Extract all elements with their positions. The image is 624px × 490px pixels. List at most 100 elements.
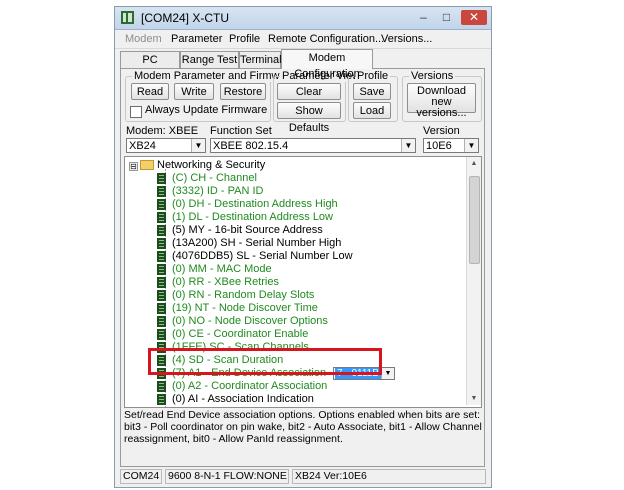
parameter-icon xyxy=(157,199,166,210)
tree-param-label: (1) DL - Destination Address Low xyxy=(172,211,333,223)
restore-button[interactable]: Restore xyxy=(220,83,266,100)
parameter-icon xyxy=(157,394,166,405)
tree-param-label: (0) DH - Destination Address High xyxy=(172,198,338,210)
tree-param-item[interactable]: (3332) ID - PAN ID xyxy=(157,185,457,198)
version-select[interactable]: 10E6 ▼ xyxy=(423,138,479,153)
tree-param-label: (C) CH - Channel xyxy=(172,172,257,184)
tree-param-label: (0) A2 - Coordinator Association xyxy=(172,380,328,392)
title-bar: [COM24] X-CTU – □ ✕ xyxy=(115,7,491,30)
xctu-app-icon xyxy=(121,11,134,24)
function-set-label: Function Set xyxy=(210,125,272,137)
maximize-button[interactable]: □ xyxy=(438,10,455,25)
tree-param-label: (3332) ID - PAN ID xyxy=(172,185,264,197)
tree-param-label: (13A200) SH - Serial Number High xyxy=(172,237,342,249)
tree-param-item[interactable]: (0) DH - Destination Address High xyxy=(157,198,457,211)
function-set-select[interactable]: XBEE 802.15.4 ▼ xyxy=(210,138,416,153)
tree-root-networking-security[interactable]: ⊟ Networking & Security xyxy=(125,159,465,172)
version-label: Version xyxy=(423,125,460,137)
scroll-down-icon[interactable]: ▼ xyxy=(467,392,481,405)
tree-param-item[interactable]: (0) CE - Coordinator Enable xyxy=(157,328,457,341)
tree-param-item[interactable]: (0) AI - Association Indication xyxy=(157,393,457,406)
tree-param-label: (19) NT - Node Discover Time xyxy=(172,302,318,314)
close-button[interactable]: ✕ xyxy=(461,10,487,25)
write-button[interactable]: Write xyxy=(174,83,214,100)
scrollbar-thumb[interactable] xyxy=(469,176,480,264)
tree-param-item[interactable]: (0) EE - AES Encryption Enable xyxy=(157,406,457,408)
tab-terminal[interactable]: Terminal xyxy=(239,51,282,68)
tree-param-item[interactable]: (0) RN - Random Delay Slots xyxy=(157,289,457,302)
menu-modem[interactable]: Modem xyxy=(125,33,162,45)
status-port: COM24 xyxy=(120,469,162,484)
chevron-down-icon: ▼ xyxy=(191,139,205,152)
parameter-icon xyxy=(157,238,166,249)
menu-remote-configuration[interactable]: Remote Configuration... xyxy=(268,33,384,45)
tree-param-item[interactable]: (0) RR - XBee Retries xyxy=(157,276,457,289)
folder-icon xyxy=(140,160,154,170)
scroll-up-icon[interactable]: ▲ xyxy=(467,157,481,170)
tab-modem-configuration[interactable]: Modem Configuration xyxy=(281,49,373,80)
parameter-icon xyxy=(157,277,166,288)
tree-param-label: (0) RR - XBee Retries xyxy=(172,276,279,288)
profile-label: Profile xyxy=(355,70,391,82)
collapse-icon[interactable]: ⊟ xyxy=(129,162,138,171)
always-update-firmware-checkbox[interactable] xyxy=(130,106,142,118)
tree-param-label: (0) MM - MAC Mode xyxy=(172,263,272,275)
clear-screen-button[interactable]: Clear Screen xyxy=(277,83,341,115)
parameter-icon xyxy=(157,290,166,301)
tab-pc-settings[interactable]: PC Settings xyxy=(120,51,180,82)
parameter-icon xyxy=(157,212,166,223)
highlight-box xyxy=(148,348,382,375)
profile-load-button[interactable]: Load xyxy=(353,102,391,119)
tree-param-item[interactable]: (1) DL - Destination Address Low xyxy=(157,211,457,224)
download-line-1: Download new xyxy=(417,85,466,108)
modem-select[interactable]: XB24 ▼ xyxy=(126,138,206,153)
chevron-down-icon[interactable]: ▼ xyxy=(381,368,394,379)
minimize-button[interactable]: – xyxy=(415,10,432,25)
parameter-view-group: Parameter View Clear Screen Show Default… xyxy=(273,70,363,134)
tree-param-label: (0) NO - Node Discover Options xyxy=(172,315,328,327)
tree-param-label: (5) MY - 16-bit Source Address xyxy=(172,224,323,236)
tree-param-label: (0) CE - Coordinator Enable xyxy=(172,328,309,340)
versions-group: Versions Download new versions... xyxy=(402,70,482,122)
modem-parameter-firmware-group: Modem Parameter and Firmware Read Write … xyxy=(125,70,298,122)
tree-param-item[interactable]: (19) NT - Node Discover Time xyxy=(157,302,457,315)
status-settings: 9600 8-N-1 FLOW:NONE xyxy=(165,469,289,484)
xctu-window: [COM24] X-CTU – □ ✕ Modem Parameter Prof… xyxy=(114,6,492,488)
tree-param-item[interactable]: (0) MM - MAC Mode xyxy=(157,263,457,276)
function-set-select-value: XBEE 802.15.4 xyxy=(213,140,289,152)
show-defaults-button[interactable]: Show Defaults xyxy=(277,102,341,134)
tree-scrollbar[interactable]: ▲ ▼ xyxy=(466,157,481,405)
menu-profile[interactable]: Profile xyxy=(229,33,260,45)
profile-group: Profile Save Load xyxy=(348,70,398,122)
parameter-icon xyxy=(157,264,166,275)
parameter-icon xyxy=(157,173,166,184)
parameter-icon xyxy=(157,407,166,408)
tree-param-item[interactable]: (13A200) SH - Serial Number High xyxy=(157,237,457,250)
tree-param-item[interactable]: (4076DDB5) SL - Serial Number Low xyxy=(157,250,457,263)
parameter-icon xyxy=(157,303,166,314)
download-new-versions-button[interactable]: Download new versions... xyxy=(407,83,476,119)
menu-bar: Modem Parameter Profile Remote Configura… xyxy=(115,30,491,49)
window-title: [COM24] X-CTU xyxy=(141,11,230,25)
chevron-down-icon: ▼ xyxy=(401,139,415,152)
status-modem: XB24 Ver:10E6 xyxy=(292,469,486,484)
menu-parameter[interactable]: Parameter xyxy=(171,33,222,45)
parameter-icon xyxy=(157,329,166,340)
profile-save-button[interactable]: Save xyxy=(353,83,391,100)
tree-param-item[interactable]: (5) MY - 16-bit Source Address xyxy=(157,224,457,237)
tree-param-label: (0) RN - Random Delay Slots xyxy=(172,289,315,301)
tree-param-item[interactable]: (0) NO - Node Discover Options xyxy=(157,315,457,328)
tree-param-label: (4076DDB5) SL - Serial Number Low xyxy=(172,250,353,262)
parameter-icon xyxy=(157,316,166,327)
modem-label: Modem: XBEE xyxy=(126,125,199,137)
tree-param-item[interactable]: (0) A2 - Coordinator Association xyxy=(157,380,457,393)
read-button[interactable]: Read xyxy=(131,83,169,100)
parameter-icon xyxy=(157,186,166,197)
chevron-down-icon: ▼ xyxy=(464,139,478,152)
tab-range-test[interactable]: Range Test xyxy=(180,51,239,68)
tree-param-item[interactable]: (C) CH - Channel xyxy=(157,172,457,185)
parameter-icon xyxy=(157,251,166,262)
parameter-description: Set/read End Device association options.… xyxy=(124,409,482,445)
menu-versions[interactable]: Versions... xyxy=(381,33,432,45)
modem-configuration-panel: Modem Parameter and Firmware Read Write … xyxy=(120,68,485,467)
